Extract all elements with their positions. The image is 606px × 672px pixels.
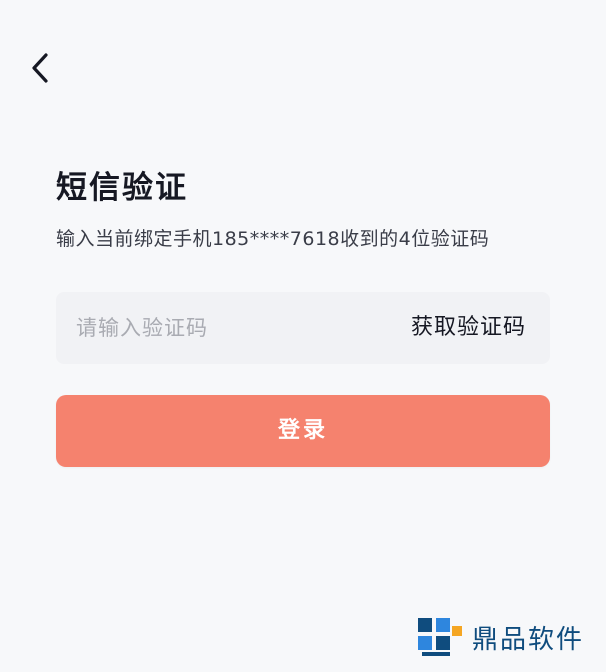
verification-instruction: 输入当前绑定手机185****7618收到的4位验证码 bbox=[56, 228, 490, 250]
verification-code-input[interactable] bbox=[76, 292, 376, 364]
watermark-text: 鼎品软件 bbox=[471, 624, 584, 655]
page-title: 短信验证 bbox=[56, 170, 188, 206]
chevron-left-icon bbox=[32, 53, 48, 83]
login-button[interactable]: 登录 bbox=[56, 395, 550, 467]
brand-logo-icon bbox=[417, 618, 462, 656]
verification-code-field: 获取验证码 bbox=[56, 292, 550, 364]
watermark: 鼎品软件 bbox=[416, 616, 584, 658]
back-button[interactable] bbox=[22, 48, 62, 88]
get-code-button[interactable]: 获取验证码 bbox=[411, 292, 526, 364]
